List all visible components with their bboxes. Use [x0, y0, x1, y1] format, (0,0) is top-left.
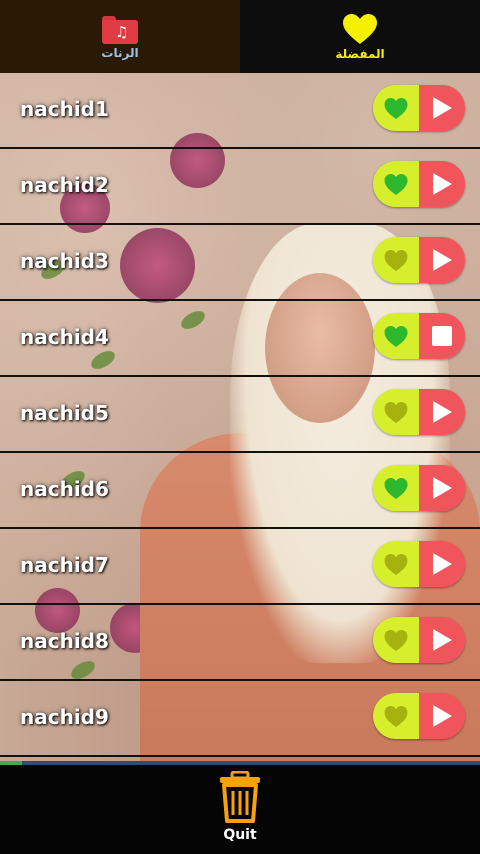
track-title: nachid9	[20, 705, 109, 729]
track-title: nachid8	[20, 629, 109, 653]
play-icon	[433, 97, 452, 119]
play-button[interactable]	[419, 161, 465, 207]
track-row[interactable]: nachid1	[0, 73, 480, 149]
track-row[interactable]: nachid6	[0, 453, 480, 529]
track-controls	[373, 313, 465, 359]
track-controls	[373, 161, 465, 207]
play-button[interactable]	[419, 693, 465, 739]
favorite-toggle-button[interactable]	[373, 617, 419, 663]
tab-ringtones[interactable]: ♫ الرنات	[0, 0, 240, 73]
heart-icon	[384, 325, 408, 347]
track-controls	[373, 389, 465, 435]
play-button[interactable]	[419, 85, 465, 131]
trash-can-icon	[220, 771, 260, 823]
tab-favorites[interactable]: المفضلة	[240, 0, 480, 73]
favorite-toggle-button[interactable]	[373, 85, 419, 131]
play-icon	[433, 173, 452, 195]
play-icon	[433, 553, 452, 575]
track-title: nachid7	[20, 553, 109, 577]
heart-icon	[384, 553, 408, 575]
track-title: nachid1	[20, 97, 109, 121]
track-controls	[373, 541, 465, 587]
play-button[interactable]	[419, 389, 465, 435]
music-folder-icon: ♫	[102, 14, 138, 44]
track-title: nachid6	[20, 477, 109, 501]
track-controls	[373, 237, 465, 283]
favorite-toggle-button[interactable]	[373, 389, 419, 435]
track-list: nachid1 nachid2 nachid3 nachid4 nachid5 nachi…	[0, 73, 480, 757]
play-button[interactable]	[419, 541, 465, 587]
track-row[interactable]: nachid7	[0, 529, 480, 605]
play-icon	[433, 477, 452, 499]
favorite-toggle-button[interactable]	[373, 541, 419, 587]
favorite-toggle-button[interactable]	[373, 161, 419, 207]
favorite-toggle-button[interactable]	[373, 693, 419, 739]
heart-icon	[384, 249, 408, 271]
stop-button[interactable]	[419, 313, 465, 359]
track-row[interactable]: nachid2	[0, 149, 480, 225]
quit-label: Quit	[223, 827, 257, 843]
top-tab-bar: ♫ الرنات المفضلة	[0, 0, 480, 73]
heart-icon	[384, 97, 408, 119]
track-row[interactable]: nachid9	[0, 681, 480, 757]
track-controls	[373, 465, 465, 511]
play-icon	[433, 401, 452, 423]
heart-icon	[384, 173, 408, 195]
quit-button[interactable]: Quit	[218, 771, 262, 843]
play-button[interactable]	[419, 617, 465, 663]
track-controls	[373, 617, 465, 663]
track-title: nachid4	[20, 325, 109, 349]
track-controls	[373, 693, 465, 739]
play-icon	[433, 249, 452, 271]
favorite-toggle-button[interactable]	[373, 237, 419, 283]
tab-favorites-label: المفضلة	[335, 46, 385, 61]
track-row[interactable]: nachid8	[0, 605, 480, 681]
play-button[interactable]	[419, 465, 465, 511]
tab-ringtones-label: الرنات	[101, 45, 139, 60]
track-row[interactable]: nachid4	[0, 301, 480, 377]
heart-icon	[384, 401, 408, 423]
favorite-toggle-button[interactable]	[373, 465, 419, 511]
favorite-toggle-button[interactable]	[373, 313, 419, 359]
heart-icon	[384, 477, 408, 499]
track-title: nachid5	[20, 401, 109, 425]
track-controls	[373, 85, 465, 131]
heart-icon	[343, 13, 377, 44]
track-row[interactable]: nachid5	[0, 377, 480, 453]
play-icon	[433, 629, 452, 651]
play-button[interactable]	[419, 237, 465, 283]
bottom-bar: Quit	[0, 765, 480, 854]
track-title: nachid2	[20, 173, 109, 197]
track-row[interactable]: nachid3	[0, 225, 480, 301]
heart-icon	[384, 629, 408, 651]
track-title: nachid3	[20, 249, 109, 273]
stop-icon	[432, 326, 452, 346]
play-icon	[433, 705, 452, 727]
heart-icon	[384, 705, 408, 727]
